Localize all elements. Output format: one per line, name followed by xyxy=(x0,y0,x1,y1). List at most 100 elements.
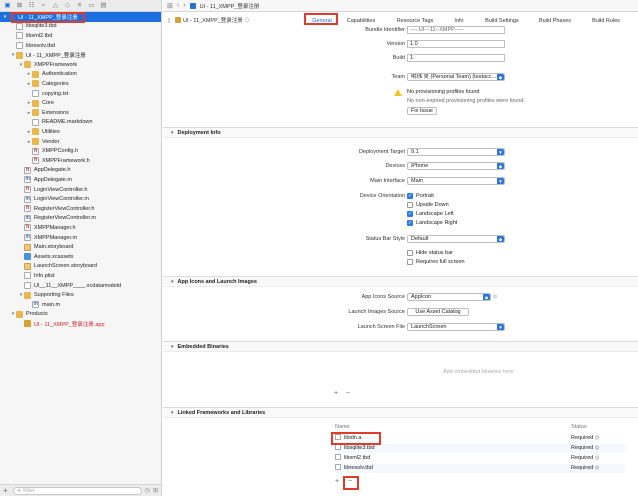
tree-item[interactable]: libxml2.tbd xyxy=(0,31,161,41)
tree-item[interactable]: RegisterViewController.m xyxy=(0,214,161,224)
source-control-icon[interactable]: ⊠ xyxy=(16,2,23,9)
add-library-button[interactable]: + xyxy=(335,478,339,485)
tree-item[interactable]: copying.txt xyxy=(0,89,161,99)
embedded-binaries-header[interactable]: ▾ Embedded Binaries xyxy=(163,341,638,352)
checkbox-row[interactable]: Requires full screen xyxy=(407,259,465,265)
version-field[interactable]: 1.0 xyxy=(407,40,505,48)
library-status-popup[interactable]: Required ◇ xyxy=(571,434,599,443)
checkbox-unchecked-icon[interactable] xyxy=(407,202,413,208)
tree-item[interactable]: LoginViewController.m xyxy=(0,194,161,204)
disclosure-triangle-icon: ▾ xyxy=(171,409,174,416)
tab-build-settings[interactable]: Build Settings xyxy=(481,17,523,25)
forward-arrow-icon[interactable]: › xyxy=(183,2,185,9)
linked-frameworks-header[interactable]: ▾ Linked Frameworks and Libraries xyxy=(163,407,638,418)
devices-popup[interactable]: iPhone ◆ xyxy=(407,162,505,170)
tab-info[interactable]: Info xyxy=(451,17,467,25)
tree-item[interactable]: XMPPManager.m xyxy=(0,233,161,243)
checkbox-row[interactable]: ✓ Landscape Left xyxy=(407,211,454,217)
tree-item[interactable]: ▾ UI - 11_XMPP_登录注册 xyxy=(0,50,161,60)
tree-item[interactable]: RegisterViewController.h xyxy=(0,204,161,214)
target-popup[interactable]: UI - 11_XMPP_登录注册 ◇ xyxy=(175,17,255,25)
fix-issue-button[interactable]: Fix Issue xyxy=(407,107,437,115)
bundle-identifier-field[interactable]: ----.UI---11--XMPP----- xyxy=(407,26,505,34)
tree-item[interactable]: XMPPConfig.h xyxy=(0,146,161,156)
tree-item[interactable]: XMPPFramework.h xyxy=(0,156,161,166)
tree-item[interactable]: ▸ Authentication xyxy=(0,70,161,80)
status-bar-style-popup[interactable]: Default ◆ xyxy=(407,235,505,243)
add-file-button[interactable]: + xyxy=(3,486,10,495)
issue-icon[interactable]: △ xyxy=(52,2,59,9)
remove-embedded-button[interactable]: − xyxy=(346,390,350,397)
tree-item[interactable]: ▸ Core xyxy=(0,98,161,108)
main-interface-combo[interactable]: Main ▼ xyxy=(407,177,505,185)
tree-item[interactable]: LaunchScreen.storyboard xyxy=(0,262,161,272)
sidebar-toggle-icon[interactable]: ▯ xyxy=(165,17,173,25)
checkbox-row[interactable]: ✓ Portrait xyxy=(407,193,434,199)
highlight-general-tab xyxy=(304,13,338,25)
related-items-icon[interactable]: ⊞ xyxy=(167,2,173,10)
app-icons-header[interactable]: ▾ App Icons and Launch Images xyxy=(163,276,638,287)
tree-item[interactable]: Assets.xcassets xyxy=(0,252,161,262)
add-embedded-button[interactable]: + xyxy=(334,390,338,397)
checkbox-checked-icon[interactable]: ✓ xyxy=(407,220,413,226)
tab-build-phases[interactable]: Build Phases xyxy=(535,17,575,25)
tree-item[interactable]: Main.storyboard xyxy=(0,242,161,252)
back-arrow-icon[interactable]: ‹ xyxy=(177,2,179,9)
launch-screen-file-combo[interactable]: LaunchScreen ▼ xyxy=(407,323,505,331)
tree-item[interactable]: XMPPManager.h xyxy=(0,223,161,233)
checkbox-unchecked-icon[interactable] xyxy=(407,259,413,265)
tree-item[interactable]: UI__11__XMPP____.xcdatamodeld xyxy=(0,281,161,291)
library-status-popup[interactable]: Required ◇ xyxy=(571,454,599,463)
tab-resource-tags[interactable]: Resource Tags xyxy=(393,17,437,25)
library-status-popup[interactable]: Required ◇ xyxy=(571,444,599,453)
jumpbar-project[interactable]: UI - 11_XMPP_登录注册 xyxy=(200,2,260,10)
name-column-header[interactable]: Name xyxy=(335,424,350,430)
build-field[interactable]: 1 xyxy=(407,54,505,62)
deployment-target-combo[interactable]: 9.1 ▼ xyxy=(407,148,505,156)
checkbox-checked-icon[interactable]: ✓ xyxy=(407,211,413,217)
app-icons-source-popup[interactable]: AppIcon ◆ xyxy=(407,293,491,301)
find-icon[interactable]: ⌕ xyxy=(40,2,47,9)
tab-build-rules[interactable]: Build Rules xyxy=(589,17,623,25)
tree-item[interactable]: README.markdown xyxy=(0,118,161,128)
use-asset-catalog-button[interactable]: Use Asset Catalog xyxy=(407,308,469,316)
filter-input[interactable]: ⊜ Filter xyxy=(13,486,142,495)
tree-item[interactable]: ▸ Utilities xyxy=(0,127,161,137)
symbol-icon[interactable]: ☷ xyxy=(28,2,35,9)
model-file-icon xyxy=(24,282,31,290)
folder-icon[interactable]: ▣ xyxy=(4,2,11,9)
tree-item[interactable]: ▾ Products xyxy=(0,310,161,320)
status-column-header[interactable]: Status xyxy=(571,424,587,430)
recent-files-icon[interactable]: ◷ xyxy=(145,487,150,494)
go-to-arrow-icon[interactable]: ⊙ xyxy=(493,294,497,300)
tree-item[interactable]: ▸ Vendor xyxy=(0,137,161,147)
tree-item[interactable]: libresolv.tbd xyxy=(0,41,161,51)
tree-item[interactable]: ▾ Supporting Files xyxy=(0,290,161,300)
file-file-icon xyxy=(16,42,23,50)
checkbox-row[interactable]: Hide status bar xyxy=(407,250,453,256)
source-control-filter-icon[interactable]: ⊞ xyxy=(153,487,158,494)
team-popup[interactable]: 明玮 吴 (Personal Team) (testacc... ◆ xyxy=(407,73,505,81)
tree-item[interactable]: UI - 11_XMPP_登录注册.app xyxy=(0,319,161,329)
tree-item[interactable]: AppDelegate.h xyxy=(0,166,161,176)
tree-item[interactable]: ▸ Categories xyxy=(0,79,161,89)
checkbox-unchecked-icon[interactable] xyxy=(407,250,413,256)
tree-item[interactable]: main.m xyxy=(0,300,161,310)
report-icon[interactable]: ▤ xyxy=(100,2,107,9)
library-status-popup[interactable]: Required ◇ xyxy=(571,464,599,473)
tree-item[interactable]: LoginViewController.h xyxy=(0,185,161,195)
debug-icon[interactable]: ≡ xyxy=(76,2,83,9)
checkbox-checked-icon[interactable]: ✓ xyxy=(407,193,413,199)
tree-item[interactable]: ▾ XMPPFramework xyxy=(0,60,161,70)
tree-item[interactable]: AppDelegate.m xyxy=(0,175,161,185)
tree-item[interactable]: ▸ Extensions xyxy=(0,108,161,118)
breakpoint-icon[interactable]: ▭ xyxy=(88,2,95,9)
test-icon[interactable]: ◇ xyxy=(64,2,71,9)
launch-images-source-label: Launch Images Source xyxy=(348,309,405,315)
checkbox-row[interactable]: Upside Down xyxy=(407,202,449,208)
tab-capabilities[interactable]: Capabilities xyxy=(343,17,379,25)
tree-item[interactable]: libsqlite3.tbd xyxy=(0,22,161,32)
deployment-info-header[interactable]: ▾ Deployment Info xyxy=(163,127,638,138)
tree-item[interactable]: Info.plist xyxy=(0,271,161,281)
checkbox-row[interactable]: ✓ Landscape Right xyxy=(407,220,457,226)
